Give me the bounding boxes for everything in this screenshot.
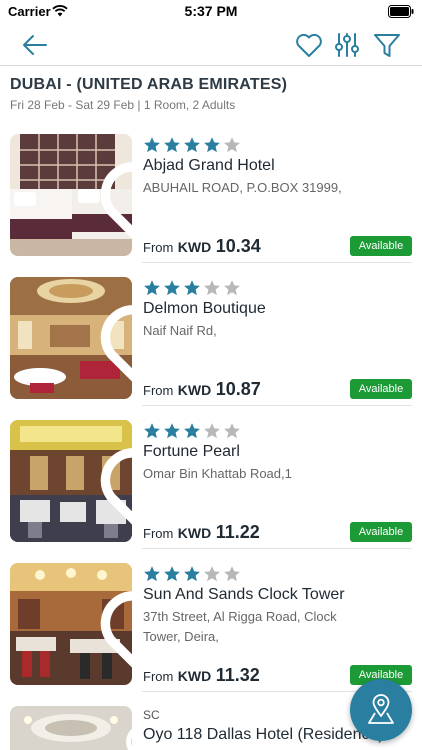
price-row: From KWD 10.87 [143, 379, 261, 400]
hotel-address: Omar Bin Khattab Road,1 [143, 466, 292, 481]
hotel-name: Abjad Grand Hotel [143, 157, 275, 174]
clock-time: 5:37 PM [184, 3, 238, 19]
map-view-button[interactable] [350, 679, 412, 741]
sort-button[interactable] [332, 30, 362, 60]
hotel-card[interactable]: Abjad Grand Hotel ABUHAIL ROAD, P.O.BOX … [0, 120, 422, 263]
star-filled-icon [184, 423, 200, 439]
star-empty-icon [204, 566, 220, 582]
price-row: From KWD 10.34 [143, 236, 261, 257]
price-amount: 10.34 [215, 236, 261, 256]
star-rating [143, 136, 241, 156]
battery-icon [388, 5, 414, 18]
price-prefix: From [143, 383, 174, 398]
favorites-button[interactable] [294, 30, 324, 60]
price-currency: KWD [177, 668, 212, 684]
status-bar: Carrier 5:37 PM [0, 0, 422, 24]
hotel-photo [10, 706, 132, 750]
search-dates-guests: Fri 28 Feb - Sat 29 Feb | 1 Room, 2 Adul… [10, 98, 236, 112]
price-prefix: From [143, 526, 174, 541]
hotel-photo [10, 134, 132, 256]
favorite-heart-icon[interactable] [94, 433, 132, 542]
price-row: From KWD 11.22 [143, 522, 260, 543]
price-prefix: From [143, 669, 174, 684]
destination-title: DUBAI - (UNITED ARAB EMIRATES) [10, 76, 288, 93]
hotel-photo [10, 420, 132, 542]
availability-badge: Available [350, 379, 412, 399]
star-empty-icon [224, 137, 240, 153]
hotel-card[interactable]: Fortune Pearl Omar Bin Khattab Road,1 Fr… [0, 406, 422, 549]
hotel-address: 37th Street, Al Rigga Road, Clock Tower,… [143, 609, 337, 644]
star-empty-icon [224, 280, 240, 296]
price-currency: KWD [177, 382, 212, 398]
hotel-photo [10, 277, 132, 399]
hotel-address: ABUHAIL ROAD, P.O.BOX 31999, [143, 180, 342, 195]
star-filled-icon [144, 566, 160, 582]
filter-funnel-icon [374, 34, 400, 57]
star-empty-icon [204, 423, 220, 439]
availability-badge: Available [350, 522, 412, 542]
star-empty-icon [224, 423, 240, 439]
price-currency: KWD [177, 239, 212, 255]
star-rating [143, 279, 241, 299]
star-filled-icon [164, 137, 180, 153]
hotel-photo [10, 563, 132, 685]
hotel-name: Delmon Boutique [143, 300, 266, 317]
map-pin-icon [368, 694, 394, 724]
availability-badge: Available [350, 236, 412, 256]
star-rating [143, 565, 241, 585]
search-summary-header: DUBAI - (UNITED ARAB EMIRATES) Fri 28 Fe… [0, 66, 422, 120]
sliders-icon [335, 33, 359, 57]
navigation-bar [0, 24, 422, 66]
star-filled-icon [184, 280, 200, 296]
back-button[interactable] [20, 30, 50, 60]
heart-icon [296, 33, 322, 57]
hotel-card[interactable]: Delmon Boutique Naif Naif Rd, From KWD 1… [0, 263, 422, 406]
star-filled-icon [144, 280, 160, 296]
back-arrow-icon [23, 35, 47, 55]
hotel-name: Fortune Pearl [143, 443, 240, 460]
hotel-tag: SC [143, 708, 160, 722]
star-filled-icon [204, 137, 220, 153]
price-amount: 10.87 [215, 379, 261, 399]
price-currency: KWD [177, 525, 212, 541]
favorite-heart-icon[interactable] [94, 147, 132, 256]
price-amount: 11.22 [215, 522, 260, 542]
star-filled-icon [144, 423, 160, 439]
star-filled-icon [164, 423, 180, 439]
star-filled-icon [184, 137, 200, 153]
price-row: From KWD 11.32 [143, 665, 260, 686]
star-empty-icon [224, 566, 240, 582]
star-rating [143, 422, 241, 442]
hotel-card[interactable]: Sun And Sands Clock Tower 37th Street, A… [0, 549, 422, 692]
favorite-heart-icon[interactable] [94, 290, 132, 399]
hotel-name: Sun And Sands Clock Tower [143, 586, 345, 603]
star-empty-icon [204, 280, 220, 296]
star-filled-icon [144, 137, 160, 153]
star-filled-icon [164, 280, 180, 296]
filter-button[interactable] [372, 30, 402, 60]
price-prefix: From [143, 240, 174, 255]
favorite-heart-icon[interactable] [94, 576, 132, 685]
favorite-heart-icon[interactable] [94, 719, 132, 750]
star-filled-icon [184, 566, 200, 582]
price-amount: 11.32 [215, 665, 260, 685]
hotel-address: Naif Naif Rd, [143, 323, 217, 338]
hotel-name: Oyo 118 Dallas Hotel (Residence) [143, 726, 384, 743]
star-filled-icon [164, 566, 180, 582]
